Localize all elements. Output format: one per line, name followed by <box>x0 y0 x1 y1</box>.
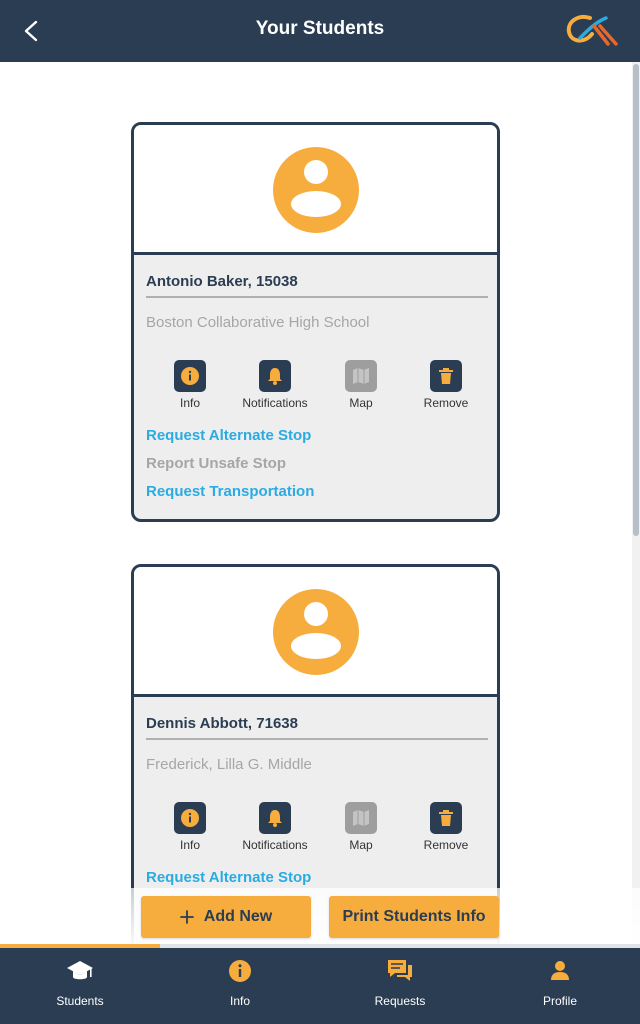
card-avatar-area <box>134 125 497 255</box>
divider <box>146 296 488 298</box>
info-icon <box>229 960 251 982</box>
info-icon <box>181 367 199 385</box>
action-label: Notifications <box>242 396 308 410</box>
map-icon <box>353 810 369 826</box>
report-unsafe-stop-link[interactable]: Report Unsafe Stop <box>146 455 286 472</box>
person-icon <box>551 961 569 980</box>
info-icon <box>181 809 199 827</box>
print-label: Print Students Info <box>342 908 486 925</box>
nav-requests[interactable]: Requests <box>320 948 480 1024</box>
request-alternate-stop-link[interactable]: Request Alternate Stop <box>146 427 311 444</box>
map-action[interactable]: Map <box>316 802 406 852</box>
nav-label: Info <box>229 994 250 1008</box>
map-button[interactable] <box>345 360 377 392</box>
scrollbar[interactable] <box>632 62 640 944</box>
divider <box>146 738 488 740</box>
page-title: Your Students <box>255 18 385 39</box>
info-button[interactable] <box>174 360 206 392</box>
nav-label: Profile <box>542 994 577 1008</box>
action-label: Map <box>349 396 373 410</box>
student-list[interactable]: Antonio Baker, 15038 Boston Collaborativ… <box>0 62 632 944</box>
remove-button[interactable] <box>430 802 462 834</box>
avatar-icon <box>273 589 359 675</box>
scrollbar-thumb[interactable] <box>633 64 639 536</box>
chat-bubbles-icon <box>388 960 412 981</box>
map-button[interactable] <box>345 802 377 834</box>
student-school: Boston Collaborative High School <box>146 314 370 331</box>
action-bar: Add New Print Students Info <box>0 888 640 944</box>
top-bar: Your Students <box>0 0 640 62</box>
bell-icon <box>268 810 282 827</box>
add-new-button[interactable]: Add New <box>141 896 311 938</box>
bell-icon <box>268 368 282 385</box>
request-transportation-link[interactable]: Request Transportation <box>146 483 314 500</box>
trash-icon <box>439 368 453 384</box>
student-card: Dennis Abbott, 71638 Frederick, Lilla G.… <box>131 564 500 944</box>
action-label: Info <box>179 396 200 410</box>
action-label: Map <box>349 838 373 852</box>
remove-action[interactable]: Remove <box>401 802 491 852</box>
nav-students[interactable]: Students <box>0 948 160 1024</box>
remove-action[interactable]: Remove <box>401 360 491 410</box>
bottom-nav: Students Info Requests Profile <box>0 948 640 1024</box>
card-avatar-area <box>134 567 497 697</box>
info-action[interactable]: Info <box>145 360 235 410</box>
info-action[interactable]: Info <box>145 802 235 852</box>
plus-icon <box>179 910 194 924</box>
notifications-action[interactable]: Notifications <box>230 360 320 410</box>
request-alternate-stop-link[interactable]: Request Alternate Stop <box>146 869 311 886</box>
add-new-label: Add New <box>203 908 273 925</box>
action-label: Notifications <box>242 838 308 852</box>
student-name: Antonio Baker, 15038 <box>146 273 298 290</box>
info-button[interactable] <box>174 802 206 834</box>
graduation-cap-icon <box>67 961 93 980</box>
nav-info[interactable]: Info <box>160 948 320 1024</box>
notifications-button[interactable] <box>259 360 291 392</box>
notifications-button[interactable] <box>259 802 291 834</box>
avatar-icon <box>273 147 359 233</box>
action-label: Remove <box>423 396 469 410</box>
student-name: Dennis Abbott, 71638 <box>146 715 298 732</box>
student-school: Frederick, Lilla G. Middle <box>146 756 312 773</box>
app-logo <box>566 15 618 46</box>
student-card: Antonio Baker, 15038 Boston Collaborativ… <box>131 122 500 522</box>
nav-profile[interactable]: Profile <box>480 948 640 1024</box>
print-students-info-button[interactable]: Print Students Info <box>329 896 499 938</box>
nav-label: Requests <box>374 994 426 1008</box>
trash-icon <box>439 810 453 826</box>
notifications-action[interactable]: Notifications <box>230 802 320 852</box>
nav-label: Students <box>56 994 104 1008</box>
map-icon <box>353 368 369 384</box>
map-action[interactable]: Map <box>316 360 406 410</box>
action-label: Info <box>179 838 200 852</box>
remove-button[interactable] <box>430 360 462 392</box>
action-label: Remove <box>423 838 469 852</box>
